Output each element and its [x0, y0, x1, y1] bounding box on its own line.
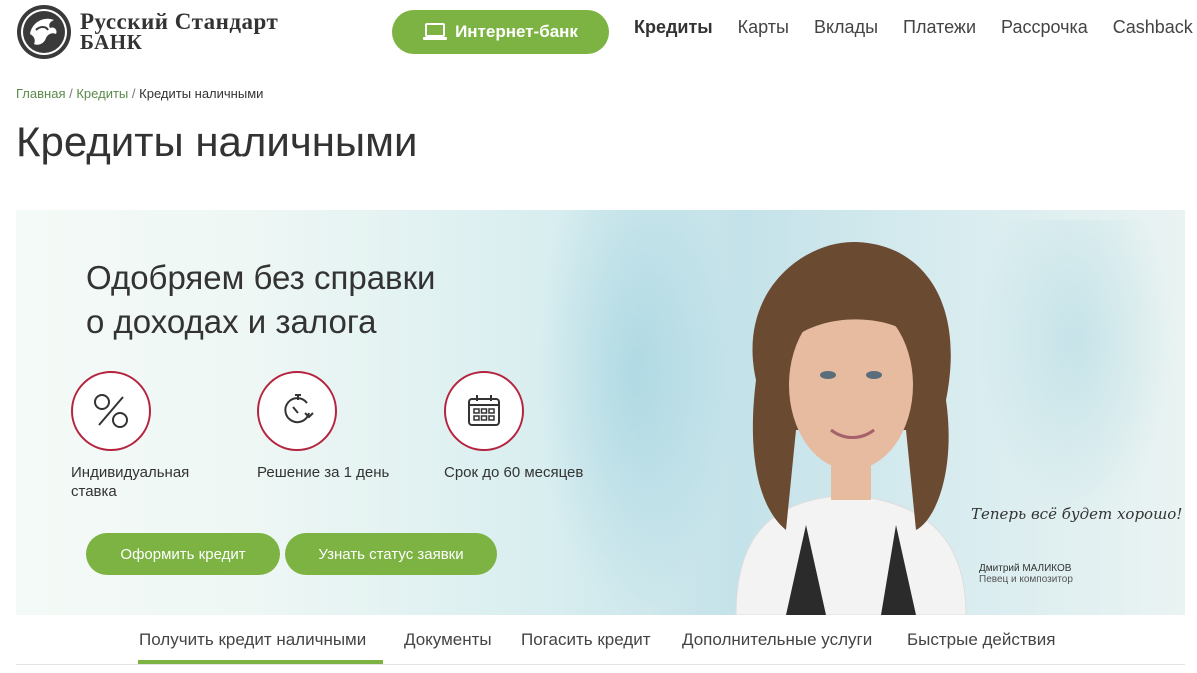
tab-additional-services[interactable]: Дополнительные услуги	[682, 630, 872, 650]
spokesperson-signature: Теперь всё будет хорошо! Дмитрий МАЛИКОВ…	[971, 505, 1182, 585]
internet-bank-button[interactable]: Интернет-банк	[392, 10, 609, 54]
feature-rate-text-line2: ставка	[71, 483, 117, 500]
breadcrumb-current: Кредиты наличными	[139, 86, 264, 101]
check-status-button[interactable]: Узнать статус заявки	[285, 533, 497, 575]
internet-bank-label: Интернет-банк	[455, 22, 578, 41]
tab-get-credit[interactable]: Получить кредит наличными	[139, 630, 366, 650]
timer-icon	[284, 394, 314, 424]
feature-rate: Индивидуальная ставка	[71, 371, 241, 501]
laptop-icon	[423, 23, 448, 40]
banner-title-line2: о доходах и залога	[86, 303, 377, 340]
promo-banner: Одобряем без справки о доходах и залога …	[16, 210, 1185, 615]
feature-rate-text-line1: Индивидуальная	[71, 464, 190, 481]
active-tab-indicator	[138, 660, 383, 664]
logo-title: Русский Стандарт	[80, 9, 279, 34]
spokesperson-role: Певец и композитор	[979, 574, 1073, 585]
feature-term: Срок до 60 месяцев	[444, 371, 614, 482]
apply-credit-button[interactable]: Оформить кредит	[86, 533, 280, 575]
main-nav: Кредиты Карты Вклады Платежи Рассрочка C…	[634, 17, 1197, 38]
percent-icon	[94, 394, 128, 428]
tabs-divider	[16, 664, 1185, 665]
nav-item-deposits[interactable]: Вклады	[814, 17, 878, 38]
nav-item-installment[interactable]: Рассрочка	[1001, 17, 1088, 38]
header: Русский Стандарт БАНК Интернет-банк Кред…	[0, 0, 1197, 70]
tab-repay-credit[interactable]: Погасить кредит	[521, 630, 651, 650]
section-tabs: Получить кредит наличными Документы Пога…	[0, 615, 1197, 673]
bank-logo[interactable]: Русский Стандарт БАНК	[16, 4, 278, 60]
nav-item-credits[interactable]: Кредиты	[634, 17, 713, 38]
nav-item-cashback[interactable]: Cashback	[1113, 17, 1193, 38]
nav-item-payments[interactable]: Платежи	[903, 17, 976, 38]
breadcrumb-separator: /	[69, 86, 73, 101]
breadcrumb-separator: /	[131, 86, 136, 101]
banner-title: Одобряем без справки о доходах и залога	[86, 256, 435, 344]
tab-quick-actions[interactable]: Быстрые действия	[907, 630, 1055, 650]
lion-emblem-icon	[17, 5, 71, 59]
feature-term-text: Срок до 60 месяцев	[444, 464, 584, 481]
feature-decision: Решение за 1 день	[257, 371, 427, 482]
spokesperson-name: Дмитрий МАЛИКОВ	[979, 563, 1072, 574]
calendar-icon	[468, 395, 500, 426]
banner-slogan: Теперь всё будет хорошо!	[971, 505, 1183, 523]
logo-subtitle: БАНК	[80, 30, 143, 54]
banner-title-line1: Одобряем без справки	[86, 259, 436, 296]
breadcrumb-credits[interactable]: Кредиты	[76, 86, 128, 101]
breadcrumb-home[interactable]: Главная	[16, 86, 65, 101]
tab-documents[interactable]: Документы	[404, 630, 492, 650]
page-title: Кредиты наличными	[16, 118, 418, 165]
feature-decision-text: Решение за 1 день	[257, 464, 390, 481]
nav-item-cards[interactable]: Карты	[738, 17, 789, 38]
breadcrumb: Главная / Кредиты / Кредиты наличными	[16, 86, 263, 101]
